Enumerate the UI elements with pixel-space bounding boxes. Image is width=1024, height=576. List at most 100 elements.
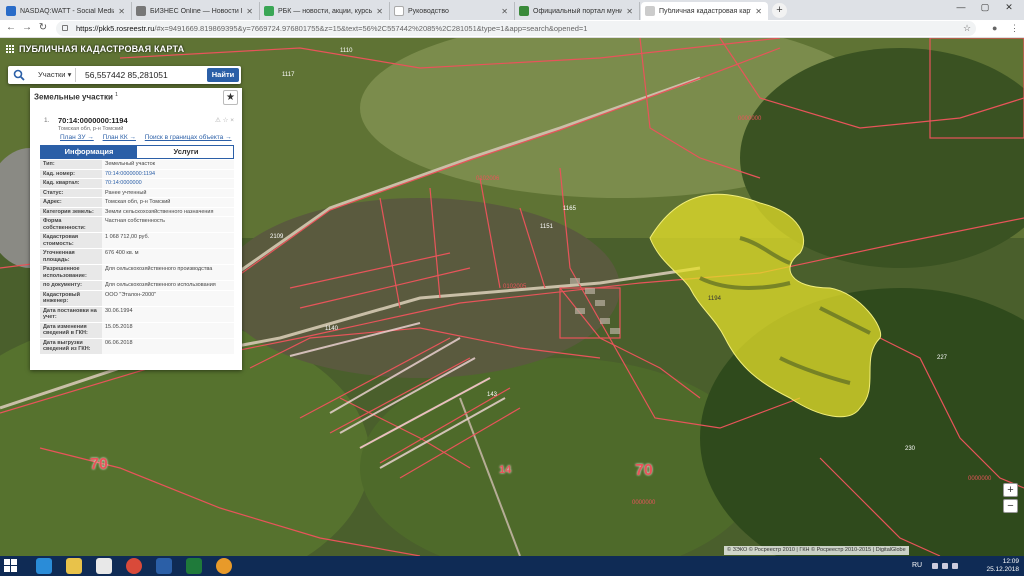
search-type-value: Участки <box>38 70 66 79</box>
info-row-key: Дата постановки на учет: <box>40 306 102 322</box>
map-attribution: © ЗЭКО © Росреестр 2010 | ГКН © Росреест… <box>724 546 909 555</box>
app-title[interactable]: ПУБЛИЧНАЯ КАДАСТРОВАЯ КАРТА <box>6 44 184 54</box>
excel-icon[interactable] <box>186 558 202 574</box>
search-input[interactable] <box>83 68 207 82</box>
network-icon[interactable] <box>942 563 948 569</box>
bookmark-star-icon[interactable]: ☆ <box>963 23 971 34</box>
forward-button[interactable]: → <box>20 22 34 33</box>
tab-close-icon[interactable]: ✕ <box>246 7 253 16</box>
tab-close-icon[interactable]: ✕ <box>501 7 508 16</box>
browser-tab-guide[interactable]: Руководство ✕ <box>390 2 515 20</box>
explorer-icon[interactable] <box>66 558 82 574</box>
zoom-control: + − <box>1003 483 1018 543</box>
search-icon[interactable] <box>13 69 25 81</box>
info-row-value[interactable]: 70:14:0000000 <box>102 179 234 188</box>
windows-taskbar: RU 12:09 25.12.2018 <box>0 556 1024 576</box>
maximize-button[interactable]: ▢ <box>974 2 996 13</box>
info-row: Статус: Ранее учтенный <box>40 188 234 198</box>
quarter-label: 0000000 <box>632 500 656 506</box>
search-type-select[interactable]: Участки ▾ <box>34 68 77 82</box>
app-icon[interactable] <box>216 558 232 574</box>
info-row-key: Разрешенное использование: <box>40 265 102 280</box>
parcel-number-label: 1117 <box>282 72 295 78</box>
info-row-key: Кадастровый инженер: <box>40 290 102 306</box>
info-row-value: Для сельскохозяйственного использования <box>102 281 234 290</box>
new-tab-button[interactable]: + <box>772 3 787 18</box>
info-row-value[interactable]: 70:14:0000000:1194 <box>102 169 234 178</box>
info-row: Кад. квартал: 70:14:0000000 <box>40 179 234 189</box>
chevron-down-icon: ▾ <box>67 70 72 79</box>
browser-tab-rbc[interactable]: РБК — новости, акции, курсы в ✕ <box>260 2 390 20</box>
chrome-icon[interactable] <box>126 558 142 574</box>
language-indicator[interactable]: RU <box>912 562 922 569</box>
reload-button[interactable]: ↻ <box>36 22 50 33</box>
browser-tab-nasdaq[interactable]: NASDAQ:WATT - Social Media I ✕ <box>2 2 132 20</box>
info-row-key: Статус: <box>40 188 102 197</box>
info-row-value: ООО "Эталон-2000" <box>102 290 234 306</box>
search-in-bounds-link[interactable]: Поиск в границах объекта → <box>145 134 232 141</box>
browser-tab-municipal-portal[interactable]: Официальный портал муницип ✕ <box>515 2 640 20</box>
tab-close-icon[interactable]: ✕ <box>376 7 383 16</box>
info-row-value: 15.05.2018 <box>102 322 234 338</box>
info-row-key: Уточненная площадь: <box>40 249 102 264</box>
cadastral-number-title[interactable]: 70:14:0000000:1194 <box>58 116 128 125</box>
browser-tab-cadastral-map[interactable]: Публичная кадастровая карта ✕ <box>641 2 768 20</box>
parcel-card: 1. 70:14:0000000:1194 ⚠ ☆ × Томская обл,… <box>34 112 238 366</box>
results-panel: Земельные участки 1 ★ 1. 70:14:0000000:1… <box>30 88 242 370</box>
info-row-value: 676 400 кв. м <box>102 249 234 264</box>
tray-icon[interactable] <box>932 563 938 569</box>
tab-label: Официальный портал муницип <box>533 7 622 15</box>
tab-close-icon[interactable]: ✕ <box>755 7 762 16</box>
favorite-star-icon[interactable]: ★ <box>223 90 238 105</box>
info-row-key: Адрес: <box>40 198 102 207</box>
address-bar[interactable]: https://pkk5.rosreestr.ru/#x=9491669.819… <box>56 21 976 36</box>
card-tools-icons[interactable]: ⚠ ☆ × <box>215 116 234 124</box>
results-count: 1 <box>115 92 118 98</box>
tab-favicon-icon <box>645 6 655 16</box>
card-tabs: Информация Услуги <box>40 145 234 159</box>
url-host: https://pkk5.rosreestr.ru <box>76 24 155 33</box>
info-row: Разрешенное использование: Для сельскохоз… <box>40 265 234 281</box>
browser-tabbar: NASDAQ:WATT - Social Media I ✕ БИЗНЕС On… <box>0 0 1024 20</box>
parcel-number-label[interactable]: 1194 <box>708 296 721 302</box>
windows-start-icon[interactable] <box>4 559 18 573</box>
parcel-number-label: 1151 <box>540 224 553 230</box>
volume-icon[interactable] <box>952 563 958 569</box>
word-icon[interactable] <box>156 558 172 574</box>
tab-services[interactable]: Услуги <box>138 146 234 158</box>
info-row: по документу: Для сельскохозяйственного и… <box>40 281 234 291</box>
zoom-out-button[interactable]: − <box>1003 499 1018 513</box>
close-window-button[interactable]: ✕ <box>998 2 1020 13</box>
info-row-value: Земельный участок <box>102 160 234 169</box>
plan-kk-link[interactable]: План КК → <box>103 134 136 141</box>
info-row: Кадастровый инженер: ООО "Эталон-2000" <box>40 290 234 307</box>
tab-label: РБК — новости, акции, курсы в <box>278 7 373 15</box>
info-row-value: 06.06.2018 <box>102 338 234 354</box>
info-row: Кадастровая стоимость: 1 068 712,00 руб. <box>40 233 234 249</box>
info-row-value: Томская обл, р-н Томский <box>102 198 234 207</box>
parcel-number-label: 2109 <box>270 234 284 240</box>
quarter-label: 0102006 <box>476 176 500 182</box>
browser-menu-icon[interactable]: ⋮ <box>1010 23 1019 34</box>
tab-close-icon[interactable]: ✕ <box>626 7 633 16</box>
media-icon[interactable] <box>96 558 112 574</box>
info-row-key: Дата выгрузки сведений из ГКН: <box>40 338 102 354</box>
clock[interactable]: 12:09 25.12.2018 <box>986 558 1019 574</box>
grid-menu-icon[interactable] <box>6 45 14 53</box>
plan-zu-link[interactable]: План ЗУ → <box>60 134 94 141</box>
browser-tab-business-online[interactable]: БИЗНЕС Online — Новости Каз ✕ <box>132 2 260 20</box>
back-button[interactable]: ← <box>4 22 18 33</box>
tab-label: Руководство <box>408 7 449 15</box>
zoom-in-button[interactable]: + <box>1003 483 1018 497</box>
result-index: 1. <box>44 117 50 124</box>
parcel-links: План ЗУ → План КК → Поиск в границах объ… <box>60 134 239 141</box>
find-button[interactable]: Найти <box>207 68 239 82</box>
info-row-value: Для сельскохозяйственного производства <box>102 265 234 280</box>
tab-information[interactable]: Информация <box>41 146 137 158</box>
account-icon[interactable]: ● <box>992 23 997 33</box>
quarter-label: 0000000 <box>738 116 762 122</box>
ie-icon[interactable] <box>36 558 52 574</box>
search-bar: Участки ▾ Найти <box>8 66 241 84</box>
tab-close-icon[interactable]: ✕ <box>118 7 125 16</box>
minimize-button[interactable]: — <box>950 2 972 12</box>
